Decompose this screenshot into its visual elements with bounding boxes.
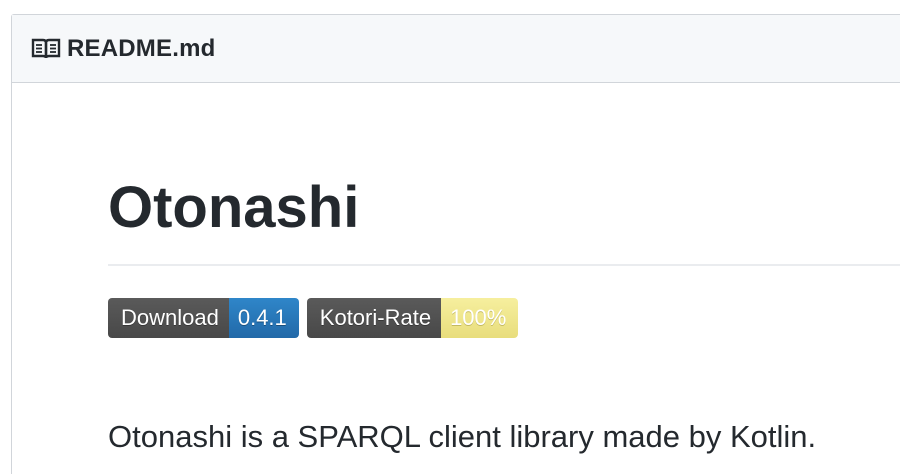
- download-badge-version: 0.4.1: [228, 298, 299, 338]
- readme-panel: README.md Otonashi Download 0.4.1 Kotori…: [11, 14, 900, 474]
- file-name[interactable]: README.md: [67, 35, 215, 63]
- kotori-rate-badge[interactable]: Kotori-Rate 100%: [306, 298, 519, 338]
- book-icon: [31, 38, 61, 60]
- page-title: Otonashi: [108, 175, 360, 240]
- download-badge[interactable]: Download 0.4.1: [108, 298, 299, 338]
- download-badge-label: Download: [108, 298, 229, 338]
- kotori-rate-badge-value: 100%: [441, 298, 519, 338]
- description-text: Otonashi is a SPARQL client library made…: [108, 419, 817, 454]
- kotori-rate-badge-label: Kotori-Rate: [306, 298, 442, 338]
- file-header: README.md: [12, 15, 900, 83]
- title-divider: [108, 264, 900, 266]
- badge-row: Download 0.4.1 Kotori-Rate 100%: [108, 298, 526, 338]
